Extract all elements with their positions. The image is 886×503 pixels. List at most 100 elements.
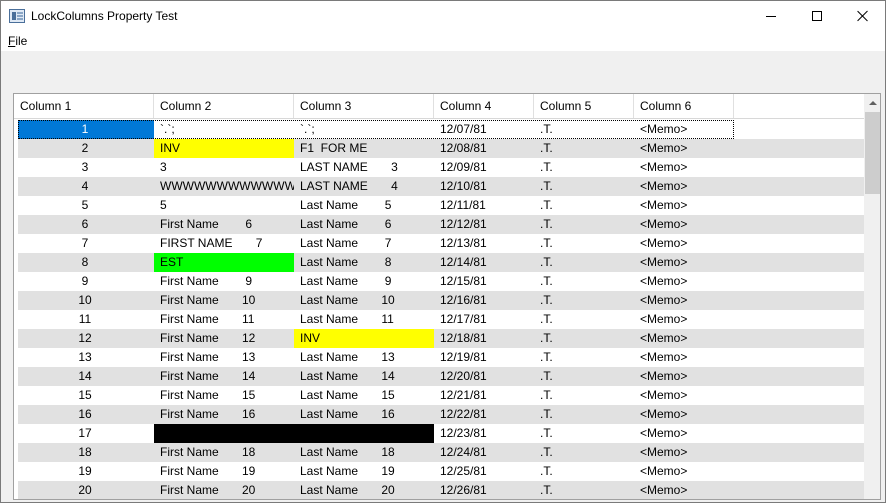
cell-column-6[interactable]: <Memo> [634, 215, 734, 234]
table-row[interactable]: 18 First Name 18 Last Name 18 12/24/81 .T. <M… [18, 443, 864, 462]
cell-column-3[interactable]: LAST NAME 4 [294, 177, 434, 196]
cell-column-1[interactable]: 5 [18, 196, 154, 215]
cell-column-1[interactable]: 1 [18, 120, 154, 139]
cell-column-5[interactable]: .T. [534, 215, 634, 234]
cell-column-6[interactable]: <Memo> [634, 443, 734, 462]
cell-column-3[interactable]: Last Name 20 [294, 481, 434, 499]
cell-column-1[interactable]: 12 [18, 329, 154, 348]
cell-column-4[interactable]: 12/11/81 [434, 196, 534, 215]
cell-column-3[interactable]: Last Name 15 [294, 386, 434, 405]
table-row[interactable]: 5 5 Last Name 5 12/11/81 .T. <Memo> [18, 196, 864, 215]
table-row[interactable]: 11 First Name 11 Last Name 11 12/17/81 .T. <M… [18, 310, 864, 329]
cell-column-6[interactable]: <Memo> [634, 329, 734, 348]
cell-column-5[interactable]: .T. [534, 310, 634, 329]
column-header-1[interactable]: Column 1 [14, 94, 154, 118]
cell-column-4[interactable]: 12/14/81 [434, 253, 534, 272]
cell-column-1[interactable]: 8 [18, 253, 154, 272]
cell-column-6[interactable]: <Memo> [634, 196, 734, 215]
cell-column-2[interactable]: First Name 18 [154, 443, 294, 462]
cell-column-3[interactable]: Last Name 16 [294, 405, 434, 424]
cell-column-1[interactable]: 16 [18, 405, 154, 424]
table-row[interactable]: 15 First Name 15 Last Name 15 12/21/81 .T. <M… [18, 386, 864, 405]
cell-column-4[interactable]: 12/23/81 [434, 424, 534, 443]
cell-column-6[interactable]: <Memo> [634, 462, 734, 481]
cell-column-5[interactable]: .T. [534, 462, 634, 481]
cell-column-1[interactable]: 17 [18, 424, 154, 443]
cell-column-2[interactable]: First Name 13 [154, 348, 294, 367]
cell-column-6[interactable]: <Memo> [634, 481, 734, 499]
cell-column-2[interactable]: First Name 11 [154, 310, 294, 329]
cell-column-2[interactable]: First Name 19 [154, 462, 294, 481]
cell-column-4[interactable]: 12/13/81 [434, 234, 534, 253]
cell-column-5[interactable]: .T. [534, 481, 634, 499]
column-header-2[interactable]: Column 2 [154, 94, 294, 118]
cell-column-2[interactable]: FIRST NAME 7 [154, 234, 294, 253]
cell-column-6[interactable]: <Memo> [634, 272, 734, 291]
data-grid[interactable]: Column 1 Column 2 Column 3 Column 4 Colu… [13, 93, 881, 500]
cell-column-4[interactable]: 12/08/81 [434, 139, 534, 158]
cell-column-3[interactable]: F1 FOR ME [294, 139, 434, 158]
cell-column-6[interactable]: <Memo> [634, 120, 734, 139]
cell-column-1[interactable]: 7 [18, 234, 154, 253]
cell-column-2[interactable]: 3 [154, 158, 294, 177]
cell-column-3[interactable]: Last Name 11 [294, 310, 434, 329]
cell-column-4[interactable]: 12/22/81 [434, 405, 534, 424]
table-row[interactable]: 13 First Name 13 Last Name 13 12/19/81 .T. <M… [18, 348, 864, 367]
cell-column-3[interactable]: Last Name 14 [294, 367, 434, 386]
cell-column-5[interactable]: .T. [534, 272, 634, 291]
cell-column-2[interactable]: First Name 6 [154, 215, 294, 234]
cell-column-6[interactable]: <Memo> [634, 291, 734, 310]
table-row[interactable]: 1 `.`; `.`; 12/07/81 .T. <Memo> [18, 120, 864, 139]
table-row[interactable]: 7 FIRST NAME 7 Last Name 7 12/13/81 .T. <Memo… [18, 234, 864, 253]
column-header-3[interactable]: Column 3 [294, 94, 434, 118]
cell-column-1[interactable]: 20 [18, 481, 154, 499]
cell-column-6[interactable]: <Memo> [634, 253, 734, 272]
cell-column-3[interactable]: Last Name 18 [294, 443, 434, 462]
cell-column-1[interactable]: 15 [18, 386, 154, 405]
title-bar[interactable]: LockColumns Property Test [1, 1, 885, 31]
cell-column-3[interactable]: Last Name 7 [294, 234, 434, 253]
cell-column-5[interactable]: .T. [534, 367, 634, 386]
minimize-button[interactable] [748, 1, 794, 31]
cell-column-4[interactable]: 12/21/81 [434, 386, 534, 405]
column-header-5[interactable]: Column 5 [534, 94, 634, 118]
scroll-up-button[interactable] [864, 94, 880, 111]
table-row[interactable]: 17 12/23/81 .T. <Memo> [18, 424, 864, 443]
cell-column-4[interactable]: 12/19/81 [434, 348, 534, 367]
cell-column-1[interactable]: 6 [18, 215, 154, 234]
cell-column-3[interactable]: Last Name 6 [294, 215, 434, 234]
cell-column-3[interactable]: Last Name 9 [294, 272, 434, 291]
table-row[interactable]: 3 3 LAST NAME 3 12/09/81 .T. <Memo> [18, 158, 864, 177]
cell-column-4[interactable]: 12/10/81 [434, 177, 534, 196]
cell-column-3[interactable]: INV [294, 329, 434, 348]
cell-column-5[interactable]: .T. [534, 120, 634, 139]
cell-column-2[interactable]: First Name 16 [154, 405, 294, 424]
cell-column-3[interactable]: Last Name 13 [294, 348, 434, 367]
cell-column-6[interactable]: <Memo> [634, 367, 734, 386]
table-row[interactable]: 16 First Name 16 Last Name 16 12/22/81 .T. <M… [18, 405, 864, 424]
table-row[interactable]: 20 First Name 20 Last Name 20 12/26/81 .T. <M… [18, 481, 864, 499]
cell-column-3[interactable]: `.`; [294, 120, 434, 139]
cell-column-4[interactable]: 12/18/81 [434, 329, 534, 348]
cell-column-6[interactable]: <Memo> [634, 310, 734, 329]
menu-file[interactable]: File [8, 34, 27, 48]
cell-column-5[interactable]: .T. [534, 329, 634, 348]
cell-column-1[interactable]: 19 [18, 462, 154, 481]
cell-column-2[interactable]: WWWWWWWWWWWW... [154, 177, 294, 196]
table-row[interactable]: 8 EST Last Name 8 12/14/81 .T. <Memo> [18, 253, 864, 272]
cell-column-5[interactable]: .T. [534, 405, 634, 424]
table-row[interactable]: 14 First Name 14 Last Name 14 12/20/81 .T. <M… [18, 367, 864, 386]
cell-column-6[interactable]: <Memo> [634, 234, 734, 253]
cell-column-1[interactable]: 14 [18, 367, 154, 386]
cell-column-1[interactable]: 13 [18, 348, 154, 367]
cell-column-5[interactable]: .T. [534, 234, 634, 253]
cell-column-5[interactable]: .T. [534, 443, 634, 462]
table-row[interactable]: 19 First Name 19 Last Name 19 12/25/81 .T. <M… [18, 462, 864, 481]
cell-column-5[interactable]: .T. [534, 348, 634, 367]
scroll-thumb[interactable] [865, 112, 880, 194]
cell-column-2[interactable]: First Name 20 [154, 481, 294, 499]
cell-column-1[interactable]: 18 [18, 443, 154, 462]
cell-column-4[interactable]: 12/25/81 [434, 462, 534, 481]
cell-column-1[interactable]: 3 [18, 158, 154, 177]
cell-column-5[interactable]: .T. [534, 424, 634, 443]
